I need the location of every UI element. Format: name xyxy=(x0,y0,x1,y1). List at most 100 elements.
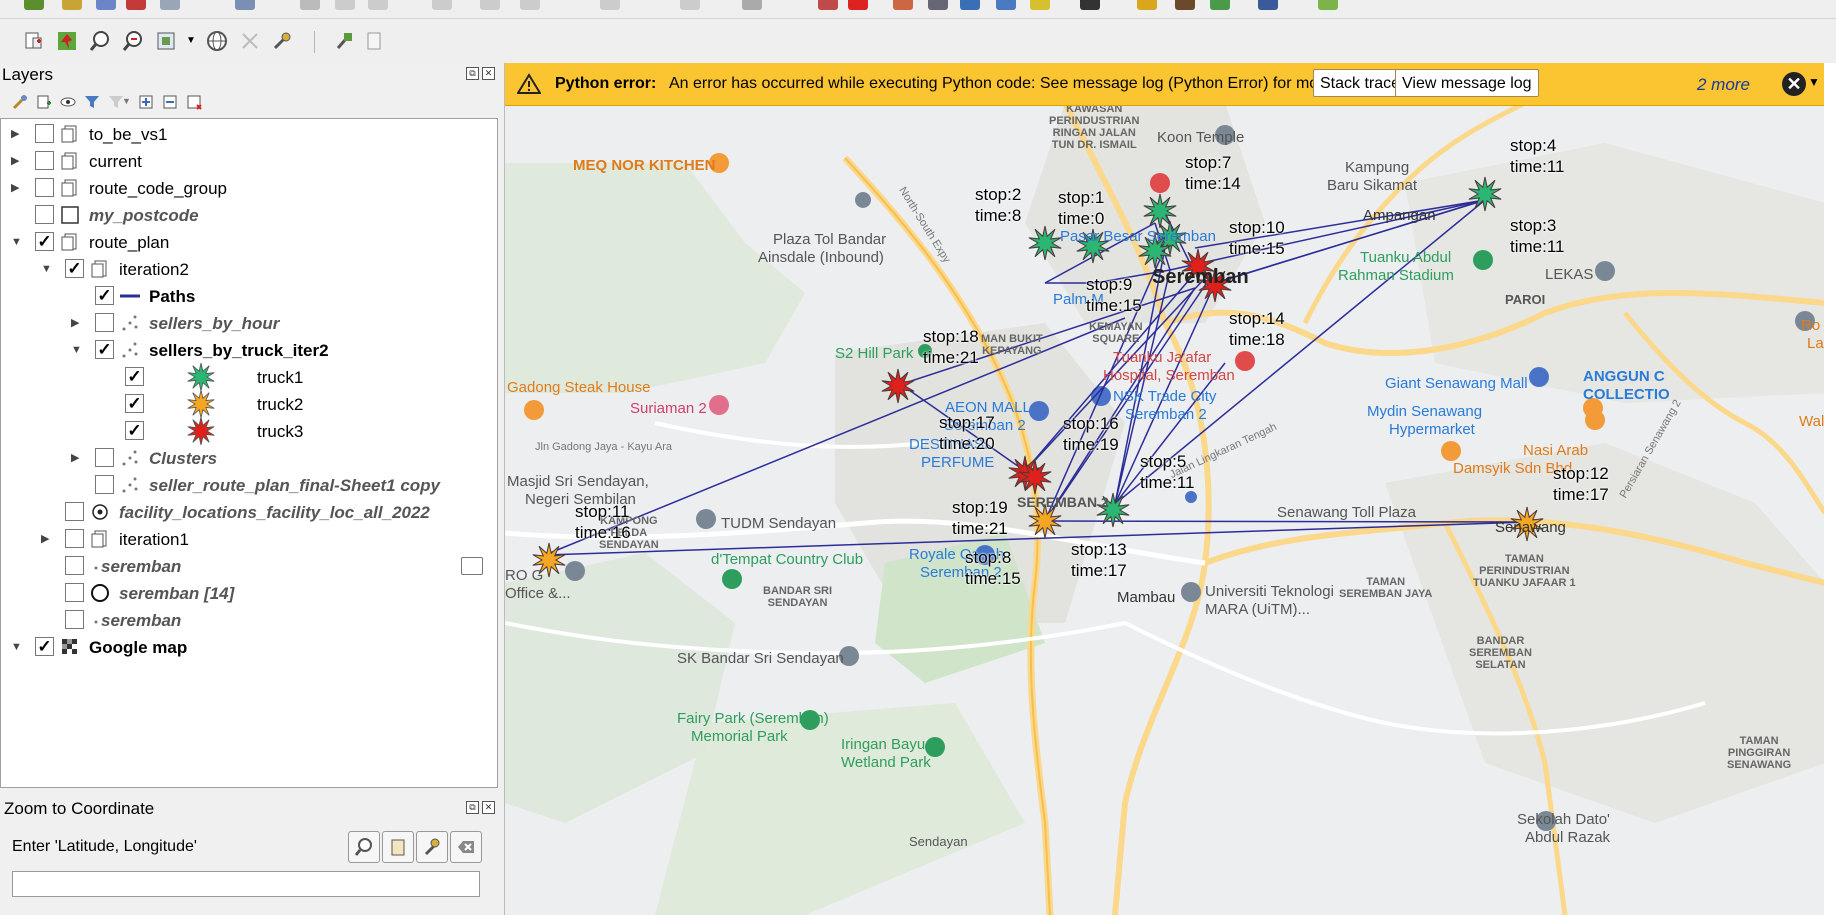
layer-checkbox[interactable] xyxy=(65,556,84,575)
pin-layer-icon[interactable] xyxy=(55,29,79,53)
place-label[interactable]: PAROI xyxy=(1505,291,1545,309)
paste-icon[interactable] xyxy=(520,0,540,10)
expand-arrow-icon[interactable]: ▶ xyxy=(71,316,81,330)
layer-checkbox[interactable] xyxy=(65,610,84,629)
layer-row[interactable]: my_postcode xyxy=(1,202,495,229)
layer-row[interactable]: seremban xyxy=(1,607,495,634)
layer-row[interactable]: ▼ ✓ iteration2 xyxy=(1,256,495,283)
place-label[interactable]: Hypermarket xyxy=(1389,421,1475,439)
remove-layer-icon[interactable] xyxy=(182,90,206,114)
zoom-out-icon[interactable] xyxy=(121,29,145,53)
place-label[interactable]: RO G xyxy=(505,567,543,585)
filter-legend-icon[interactable] xyxy=(80,90,104,114)
close-panel-icon[interactable]: ✕ xyxy=(482,801,495,814)
digitize-icon[interactable] xyxy=(126,0,146,10)
place-label[interactable]: Wetland Park xyxy=(841,754,931,772)
place-label[interactable]: Baru Sikamat xyxy=(1327,177,1417,195)
place-label[interactable]: ANGGUN C xyxy=(1583,368,1665,386)
place-label[interactable]: Seremban xyxy=(1152,267,1249,287)
place-label[interactable]: La xyxy=(1807,335,1824,353)
layer-checkbox[interactable] xyxy=(35,151,54,170)
layer-row[interactable]: seremban [14] xyxy=(1,580,495,607)
place-label[interactable]: Abdul Razak xyxy=(1525,829,1610,847)
layer-checkbox[interactable]: ✓ xyxy=(35,637,54,656)
place-label[interactable]: Wal xyxy=(1799,413,1824,431)
place-label[interactable]: Giant Senawang Mall xyxy=(1385,375,1528,393)
db-icon[interactable] xyxy=(1258,0,1278,10)
binoculars-icon[interactable] xyxy=(1175,0,1195,10)
layer-checkbox[interactable] xyxy=(35,124,54,143)
paste-coordinate-button[interactable] xyxy=(382,831,414,863)
float-panel-icon[interactable]: ⧉ xyxy=(466,67,479,80)
dropdown-arrow-icon[interactable]: ▼ xyxy=(122,96,131,106)
collapse-arrow-icon[interactable]: ▼ xyxy=(11,640,22,654)
annotation-icon[interactable] xyxy=(893,0,913,10)
collapse-arrow-icon[interactable]: ▼ xyxy=(41,262,52,276)
place-label[interactable]: Koon Temple xyxy=(1157,129,1244,147)
python-icon[interactable] xyxy=(1137,0,1157,10)
redo-icon[interactable] xyxy=(680,0,700,10)
close-panel-icon[interactable]: ✕ xyxy=(482,67,495,80)
copy-icon[interactable] xyxy=(368,0,388,10)
layer-checkbox[interactable]: ✓ xyxy=(35,232,54,251)
place-label[interactable]: S2 Hill Park xyxy=(835,345,913,363)
layer-row[interactable]: ▶ iteration1 xyxy=(1,526,495,553)
zoom-to-button[interactable] xyxy=(348,831,380,863)
eye-icon[interactable] xyxy=(928,0,948,10)
place-label[interactable]: Tuanku Abdul xyxy=(1360,249,1451,267)
layer-checkbox[interactable] xyxy=(65,502,84,521)
layer-checkbox[interactable] xyxy=(95,448,114,467)
zoom-to-layer-icon[interactable] xyxy=(22,29,46,53)
place-label[interactable]: Office &... xyxy=(505,585,571,603)
style-brush-icon[interactable] xyxy=(8,90,32,114)
zoom-full-icon[interactable] xyxy=(154,29,178,53)
place-label[interactable]: Suriaman 2 xyxy=(630,400,707,418)
layer-row[interactable]: ▶ route_code_group xyxy=(1,175,495,202)
place-label[interactable]: Universiti Teknologi xyxy=(1205,583,1334,601)
legend-row[interactable]: ✓ truck2 xyxy=(1,389,495,419)
manage-visibility-icon[interactable] xyxy=(56,90,80,114)
zoom-in-icon[interactable] xyxy=(88,29,112,53)
delete-icon[interactable] xyxy=(480,0,500,10)
layer-row[interactable]: ▶ to_be_vs1 xyxy=(1,121,495,148)
place-label[interactable]: Ampangan xyxy=(1363,207,1436,225)
globe-icon[interactable] xyxy=(205,29,229,53)
place-label[interactable]: COLLECTIO xyxy=(1583,386,1670,404)
expand-all-icon[interactable] xyxy=(134,90,158,114)
place-label[interactable]: Nasi Arab xyxy=(1523,442,1588,460)
place-label[interactable]: Mambau xyxy=(1117,589,1175,607)
place-label[interactable]: Seremban 2 xyxy=(1125,406,1207,424)
expand-arrow-icon[interactable]: ▶ xyxy=(11,154,21,168)
legend-checkbox[interactable]: ✓ xyxy=(125,394,144,413)
expand-arrow-icon[interactable]: ▶ xyxy=(11,127,21,141)
place-label[interactable]: Plaza Tol Bandar xyxy=(773,231,886,249)
map-canvas[interactable]: MEQ NOR KITCHEN Plaza Tol Bandar Ainsdal… xyxy=(504,63,1825,915)
place-label[interactable]: Sekolah Dato' xyxy=(1517,811,1610,829)
layout-icon[interactable] xyxy=(1210,0,1230,10)
layer-checkbox[interactable] xyxy=(95,475,114,494)
chevron-down-icon[interactable]: ▼ xyxy=(1808,75,1820,89)
expand-arrow-icon[interactable]: ▶ xyxy=(11,181,21,195)
layer-row[interactable]: ▶ current xyxy=(1,148,495,175)
layer-checkbox[interactable]: ✓ xyxy=(65,259,84,278)
place-label[interactable]: Ro xyxy=(1801,317,1820,335)
place-label[interactable]: MEQ NOR KITCHEN xyxy=(573,157,716,175)
stack-trace-button[interactable]: Stack trace xyxy=(1313,69,1408,97)
place-label[interactable]: PERFUME xyxy=(921,454,994,472)
place-label[interactable]: Kampung xyxy=(1345,159,1409,177)
place-label[interactable]: TUDM Sendayan xyxy=(721,515,836,533)
label-icon[interactable] xyxy=(742,0,762,10)
layer-row[interactable]: ▼ ✓ sellers_by_truck_iter2 xyxy=(1,337,495,364)
layer-row[interactable]: ▶ Clusters xyxy=(1,445,495,472)
collapse-all-icon[interactable] xyxy=(158,90,182,114)
place-label[interactable]: Fairy Park (Seremban) xyxy=(677,710,829,728)
layer-checkbox[interactable] xyxy=(65,529,84,548)
add-layer-icon[interactable] xyxy=(62,0,82,10)
layer-checkbox[interactable] xyxy=(35,205,54,224)
rotate-label-icon[interactable] xyxy=(996,0,1016,10)
legend-row[interactable]: ✓ truck3 xyxy=(1,416,495,446)
qgis-cloud-icon[interactable] xyxy=(1318,0,1338,10)
close-icon[interactable]: ✕ xyxy=(1782,72,1806,96)
legend-row[interactable]: ✓ truck1 xyxy=(1,362,495,392)
layer-row[interactable]: seller_route_plan_final-Sheet1 copy xyxy=(1,472,495,499)
